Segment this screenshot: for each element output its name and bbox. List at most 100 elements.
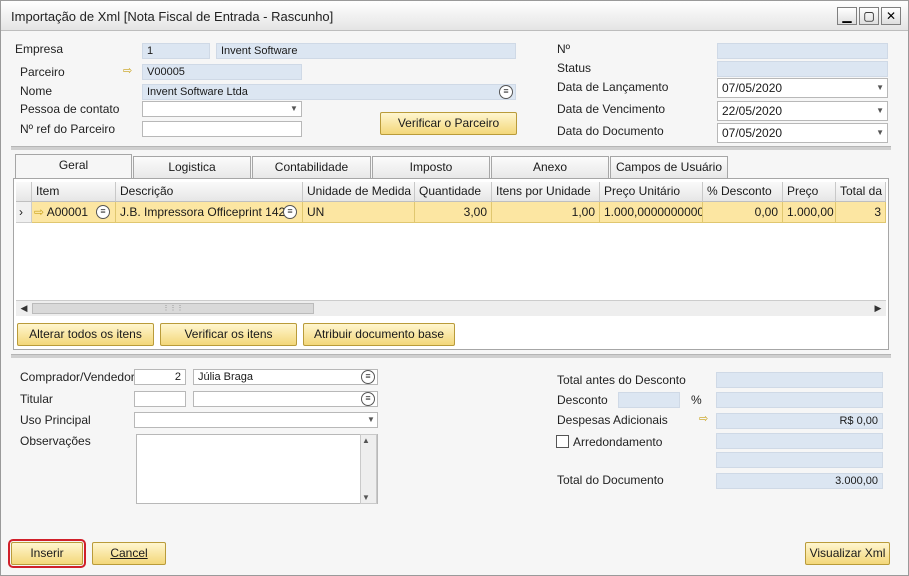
window-title: Importação de Xml [Nota Fiscal de Entrad… — [11, 9, 334, 24]
arredondamento-field[interactable] — [716, 433, 883, 449]
ref-label: Nº ref do Parceiro — [20, 122, 116, 136]
total-antes-field[interactable] — [716, 372, 883, 388]
table-cell-descricao[interactable]: J.B. Impressora Officeprint 1420 — [116, 202, 303, 223]
close-button[interactable]: ✕ — [881, 7, 901, 25]
choose-list-icon[interactable]: ≡ — [361, 392, 375, 406]
ref-field[interactable] — [142, 121, 302, 137]
table-cell-unidade[interactable]: UN — [303, 202, 415, 223]
pessoa-label: Pessoa de contato — [20, 102, 120, 116]
link-arrow-icon[interactable]: ⇨ — [34, 205, 44, 219]
title-bar: Importação de Xml [Nota Fiscal de Entrad… — [1, 1, 908, 31]
tab-contabilidade[interactable]: Contabilidade — [252, 156, 371, 178]
despesas-label: Despesas Adicionais — [557, 413, 668, 427]
cancel-button[interactable]: Cancel — [92, 542, 166, 565]
parceiro-label: Parceiro — [20, 65, 65, 79]
col-header-quantidade[interactable]: Quantidade — [415, 182, 492, 202]
visualizar-xml-button[interactable]: Visualizar Xml — [805, 542, 890, 565]
empresa-code-field[interactable]: 1 — [142, 43, 210, 59]
uso-principal-label: Uso Principal — [20, 413, 91, 427]
pessoa-select[interactable] — [142, 101, 302, 117]
desconto-value-field[interactable] — [716, 392, 883, 408]
documento-date-field[interactable]: 07/05/2020 ▼ — [717, 123, 888, 143]
titular-name-field[interactable] — [193, 391, 378, 407]
lancamento-label: Data de Lançamento — [557, 80, 669, 94]
documento-date-value: 07/05/2020 — [722, 126, 783, 140]
col-header-descricao[interactable]: Descrição — [116, 182, 303, 202]
observacoes-textarea[interactable] — [136, 434, 378, 504]
nome-field[interactable]: Invent Software Ltda — [142, 84, 516, 100]
chevron-down-icon[interactable]: ▼ — [876, 124, 884, 142]
empresa-label: Empresa — [15, 42, 64, 56]
tab-imposto[interactable]: Imposto — [372, 156, 490, 178]
tab-campos-usuario[interactable]: Campos de Usuário — [610, 156, 728, 178]
col-header-desconto[interactable]: % Desconto — [703, 182, 783, 202]
lancamento-date-field[interactable]: 07/05/2020 ▼ — [717, 78, 888, 98]
arredondamento-label: Arredondamento — [573, 435, 663, 449]
tab-geral[interactable]: Geral — [15, 154, 132, 178]
row-header-corner — [16, 182, 32, 202]
tab-anexo[interactable]: Anexo — [491, 156, 609, 178]
alterar-todos-button[interactable]: Alterar todos os itens — [17, 323, 154, 346]
vencimento-label: Data de Vencimento — [557, 102, 666, 116]
horizontal-scrollbar[interactable]: ◀ ⋮⋮⋮ ▶ — [16, 300, 886, 316]
comprador-name-field[interactable]: Júlia Braga — [193, 369, 378, 385]
scroll-left-icon[interactable]: ◀ — [16, 301, 32, 316]
col-header-unidade[interactable]: Unidade de Medida — [303, 182, 415, 202]
chevron-down-icon[interactable]: ▼ — [367, 415, 375, 424]
col-header-total[interactable]: Total da l — [836, 182, 886, 202]
chevron-down-icon[interactable]: ▼ — [290, 104, 298, 113]
row-selector-icon[interactable]: › — [16, 202, 32, 223]
total-documento-field[interactable]: 3.000,00 — [716, 473, 883, 489]
despesas-field[interactable]: R$ 0,00 — [716, 413, 883, 429]
scrollbar-thumb[interactable]: ⋮⋮⋮ — [32, 303, 314, 314]
uso-principal-select[interactable] — [134, 412, 378, 428]
table-cell-itens-unidade[interactable]: 1,00 — [492, 202, 600, 223]
col-header-preco[interactable]: Preço — [783, 182, 836, 202]
choose-list-icon[interactable]: ≡ — [96, 205, 110, 219]
splitter-bottom[interactable] — [11, 354, 891, 358]
status-field[interactable] — [717, 61, 888, 77]
minimize-button[interactable]: ▁ — [837, 7, 857, 25]
table-cell-desconto[interactable]: 0,00 — [703, 202, 783, 223]
table-cell-preco[interactable]: 1.000,00 — [783, 202, 836, 223]
col-header-item[interactable]: Item — [32, 182, 116, 202]
choose-list-icon[interactable]: ≡ — [361, 370, 375, 384]
link-arrow-icon[interactable]: ⇨ — [699, 412, 708, 425]
table-cell-quantidade[interactable]: 3,00 — [415, 202, 492, 223]
link-arrow-icon[interactable]: ⇨ — [123, 64, 132, 77]
imposto-field[interactable] — [716, 452, 883, 468]
empresa-name-field[interactable]: Invent Software — [216, 43, 516, 59]
titular-label: Titular — [20, 392, 53, 406]
status-label: Status — [557, 61, 592, 75]
observacoes-scrollbar[interactable]: ▲ ▼ — [360, 434, 377, 504]
comprador-code-field[interactable]: 2 — [134, 369, 186, 385]
verificar-itens-button[interactable]: Verificar os itens — [160, 323, 297, 346]
percent-sign: % — [691, 393, 702, 407]
table-cell-preco-unitario[interactable]: 1.000,0000000000 — [600, 202, 703, 223]
parceiro-field[interactable]: V00005 — [142, 64, 302, 80]
vencimento-date-field[interactable]: 22/05/2020 ▼ — [717, 101, 888, 121]
observacoes-label: Observações — [20, 434, 91, 448]
chevron-down-icon[interactable]: ▼ — [876, 79, 884, 97]
scroll-right-icon[interactable]: ▶ — [870, 301, 886, 316]
window: Importação de Xml [Nota Fiscal de Entrad… — [0, 0, 909, 576]
nome-label: Nome — [20, 84, 53, 98]
titular-code-field[interactable] — [134, 391, 186, 407]
table-cell-total[interactable]: 3 — [836, 202, 886, 223]
scroll-down-icon[interactable]: ▼ — [362, 493, 370, 502]
col-header-itens-unidade[interactable]: Itens por Unidade — [492, 182, 600, 202]
arredondamento-checkbox[interactable] — [556, 435, 569, 448]
inserir-button[interactable]: Inserir — [8, 539, 86, 568]
chevron-down-icon[interactable]: ▼ — [876, 102, 884, 120]
col-header-preco-unitario[interactable]: Preço Unitário — [600, 182, 703, 202]
desconto-percent-field[interactable] — [618, 392, 680, 408]
numero-field[interactable] — [717, 43, 888, 59]
choose-list-icon[interactable]: ≡ — [283, 205, 297, 219]
scroll-up-icon[interactable]: ▲ — [362, 436, 370, 445]
atribuir-documento-button[interactable]: Atribuir documento base — [303, 323, 455, 346]
choose-list-icon[interactable]: ≡ — [499, 85, 513, 99]
maximize-button[interactable]: ▢ — [859, 7, 879, 25]
verificar-parceiro-button[interactable]: Verificar o Parceiro — [380, 112, 517, 135]
splitter-top[interactable] — [11, 146, 891, 150]
tab-logistica[interactable]: Logistica — [133, 156, 251, 178]
